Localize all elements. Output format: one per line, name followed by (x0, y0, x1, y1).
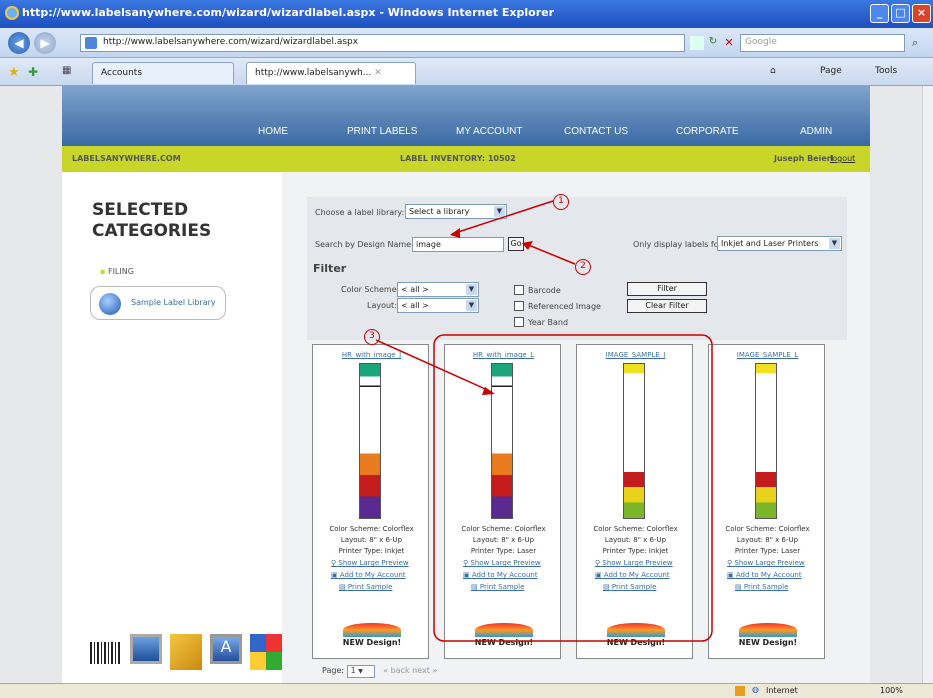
minimize-button[interactable]: _ (870, 4, 889, 23)
tab-label: Accounts (101, 68, 143, 78)
stop-icon[interactable]: ✕ (722, 36, 736, 50)
forward-icon[interactable]: ▶ (34, 32, 56, 54)
search-input[interactable]: Google (740, 34, 905, 52)
ie-logo-icon (5, 6, 19, 20)
back-icon[interactable]: ◀ (8, 32, 30, 54)
callout-1: 1 (553, 194, 569, 210)
zone-label: Internet (766, 686, 798, 695)
vertical-scrollbar[interactable] (922, 86, 933, 683)
tools-menu[interactable]: Tools (875, 66, 897, 76)
arrow-head-icon (450, 228, 460, 238)
page-menu[interactable]: Page (820, 66, 842, 76)
window-title-bar: http://www.labelsanywhere.com/wizard/wiz… (0, 0, 933, 28)
annotation-overlay (375, 200, 713, 642)
tab-accounts[interactable]: Accounts (92, 62, 234, 84)
url-field[interactable]: http://www.labelsanywhere.com/wizard/wiz… (80, 34, 685, 52)
close-button[interactable]: × (912, 4, 931, 23)
zone-icon (735, 686, 745, 696)
favorites-star-icon[interactable]: ★ (8, 65, 20, 80)
page-icon (85, 37, 97, 49)
callout-2: 2 (575, 259, 591, 275)
window-title: http://www.labelsanywhere.com/wizard/wiz… (22, 6, 555, 19)
tab-label: http://www.labelsanywh... (255, 68, 372, 78)
home-icon[interactable]: ⌂ (770, 66, 776, 76)
address-bar-row: ◀ ▶ http://www.labelsanywhere.com/wizard… (0, 28, 933, 58)
zoom-level[interactable]: 100% (880, 686, 903, 695)
status-bar: ◍ Internet 100% (0, 683, 933, 698)
highlight-box (433, 334, 713, 642)
callout-3: 3 (364, 329, 380, 345)
dropdown-icon[interactable] (690, 36, 704, 50)
url-text: http://www.labelsanywhere.com/wizard/wiz… (103, 37, 359, 47)
tab-grid-icon[interactable]: ▦ (62, 65, 71, 76)
tab-bar: ★ ✚ ▦ Accounts http://www.labelsanywh...… (0, 58, 933, 86)
tab-current[interactable]: http://www.labelsanywh... ✕ (246, 62, 416, 84)
callout-arrow-2 (525, 243, 576, 265)
tab-close-icon[interactable]: ✕ (374, 68, 382, 78)
refresh-icon[interactable]: ↻ (706, 36, 720, 50)
web-content: HOME PRINT LABELS MY ACCOUNT CONTACT US … (0, 86, 922, 683)
search-icon[interactable]: ⌕ (912, 36, 918, 50)
callout-arrow-1 (451, 200, 554, 235)
globe-icon: ◍ (752, 685, 759, 694)
add-favorite-icon[interactable]: ✚ (28, 65, 38, 79)
maximize-button[interactable]: □ (891, 4, 910, 23)
